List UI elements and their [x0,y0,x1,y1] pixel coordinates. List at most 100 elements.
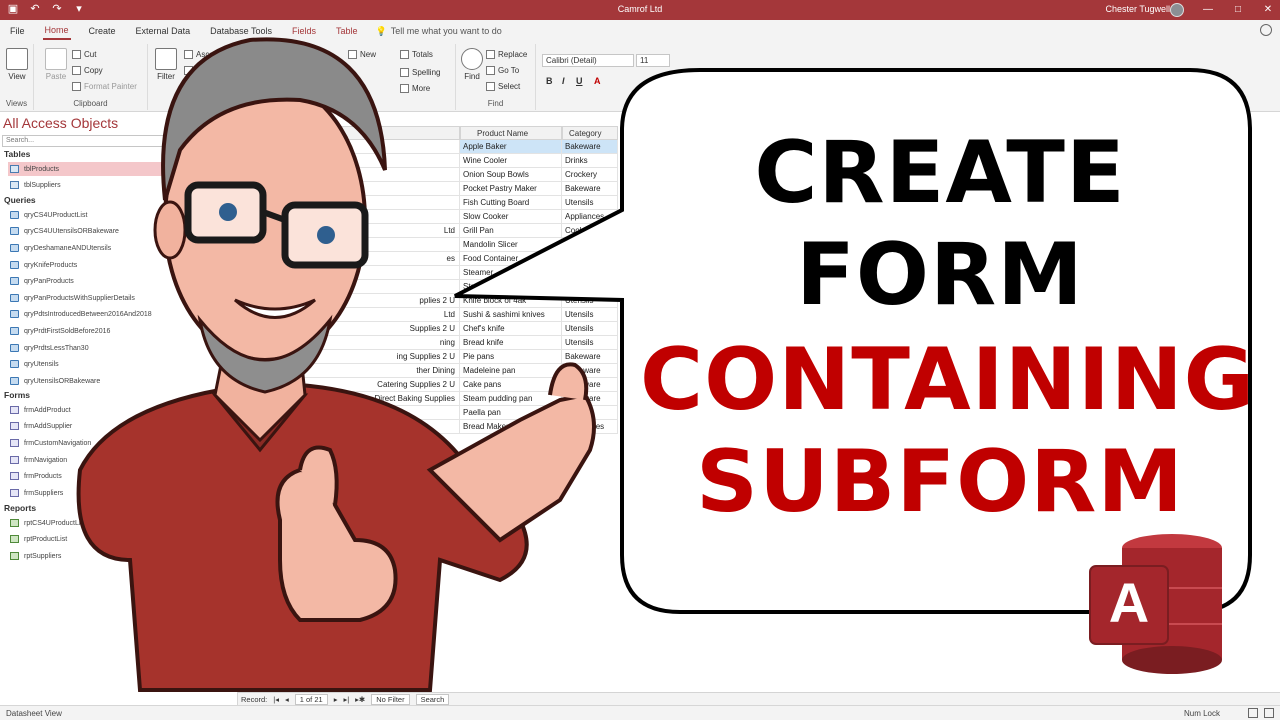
cell-category[interactable]: Utensils [562,196,618,210]
cell-supplier[interactable] [238,168,460,182]
nav-item-table[interactable]: tblProducts [8,162,234,176]
nav-item-query[interactable]: qryUtensilsORBakeware [8,374,234,388]
more-button[interactable]: More [400,84,430,93]
font-select[interactable]: Calibri (Detail) [542,54,634,67]
new-record-nav-button[interactable]: ▸✱ [355,695,365,704]
table-row[interactable]: Catering Supplies 2 U Cake pans Bakeware [238,378,618,392]
nav-item-form[interactable]: frmProducts [8,469,234,483]
format-painter-button[interactable]: Format Painter [72,82,137,91]
nav-item-query[interactable]: qryDeshamaneANDUtensils [8,241,234,255]
nav-item-query[interactable]: qryPanProductsWithSupplierDetails [8,291,234,305]
cell-supplier[interactable] [238,210,460,224]
cell-category[interactable]: Utensils [562,406,618,420]
nav-item-report[interactable]: rptCS4UProductList [8,516,234,530]
find-button[interactable]: Find [458,48,486,81]
minimize-button[interactable]: — [1200,2,1216,18]
cell-supplier[interactable] [238,238,460,252]
cell-category[interactable]: Storage [562,252,618,266]
cell-product-name[interactable]: Apple Baker [460,140,562,154]
record-position-input[interactable]: 1 of 21 [294,693,328,705]
cell-product-name[interactable]: Paella pan [460,406,562,420]
nav-item-query[interactable]: qryUtensils [8,357,234,371]
table-row[interactable]: Direct Baking Supplies Steam pudding pan B… [238,392,618,406]
tab-table[interactable]: Table [334,23,360,39]
cell-category[interactable]: Bakeware [562,364,618,378]
cell-supplier[interactable]: Direct Baking Supplies [238,392,460,406]
cell-product-name[interactable]: Steamer [460,266,562,280]
nav-item-query[interactable]: qryKnifeProducts [8,258,234,272]
maximize-button[interactable]: □ [1230,2,1246,18]
cell-product-name[interactable]: Bread knife [460,336,562,350]
select-button[interactable]: Select [486,82,520,91]
table-row[interactable]: es Food Container Storage [238,252,618,266]
cell-product-name[interactable]: Onion Soup Bowls [460,168,562,182]
table-row[interactable]: Bread Maker Appliances [238,420,618,434]
cell-supplier[interactable] [238,182,460,196]
tab-database-tools[interactable]: Database Tools [208,23,274,39]
cell-product-name[interactable]: Wine Cooler [460,154,562,168]
record-search-input[interactable]: Search [415,693,450,705]
totals-button[interactable]: Totals [400,50,433,59]
datasheet-view-icon[interactable] [1248,708,1258,718]
cell-product-name[interactable]: Mandolin Slicer [460,238,562,252]
table-row[interactable]: Slow Cooker Appliances [238,210,618,224]
cell-supplier[interactable]: ning [238,336,460,350]
tab-external-data[interactable]: External Data [134,23,193,39]
cell-supplier[interactable]: ther Dining [238,364,460,378]
cell-supplier[interactable]: Ltd [238,224,460,238]
table-row[interactable]: Pocket Pastry Maker Bakeware [238,182,618,196]
cell-category[interactable]: Appliances [562,280,618,294]
tab-file[interactable]: File [8,23,27,39]
cell-supplier[interactable] [238,420,460,434]
cell-product-name[interactable]: Bread Maker [460,420,562,434]
cell-category[interactable]: Cookware [562,224,618,238]
cell-product-name[interactable]: Grill Pan [460,224,562,238]
cell-product-name[interactable]: Stand Mixer [460,280,562,294]
view-button[interactable]: View [3,48,31,81]
replace-button[interactable]: Replace [486,50,527,59]
table-row[interactable]: ning Bread knife Utensils [238,336,618,350]
table-row[interactable]: ing Supplies 2 U Pie pans Bakeware [238,350,618,364]
cell-category[interactable]: Utensils [562,308,618,322]
cell-supplier[interactable] [238,266,460,280]
filter-button[interactable]: Filter [152,48,180,81]
cell-product-name[interactable]: Chef's knife [460,322,562,336]
column-header-product-name[interactable]: Product Name [460,126,562,140]
cell-product-name[interactable]: Pie pans [460,350,562,364]
descending-button[interactable]: Descending [184,66,238,75]
table-row[interactable]: Fish Cutting Board Utensils [238,196,618,210]
cell-category[interactable]: Utensils [562,322,618,336]
nav-item-query[interactable]: qryPdtsIntroducedBetween2016And2018 [8,307,234,321]
nav-item-query[interactable]: qryPanProducts [8,274,234,288]
copy-button[interactable]: Copy [72,66,103,75]
cell-supplier[interactable]: Catering Supplies 2 U [238,378,460,392]
filter-indicator[interactable]: No Filter [371,693,410,705]
go-to-button[interactable]: Go To [486,66,519,75]
cell-product-name[interactable]: Steam pudding pan [460,392,562,406]
next-record-button[interactable]: ▸ [334,695,338,704]
cell-category[interactable]: Appliances [562,420,618,434]
nav-item-query[interactable]: qryPrdtFirstSoldBefore2016 [8,324,234,338]
nav-item-query[interactable]: qryCS4UProductList [8,208,234,222]
bold-button[interactable]: B [546,76,553,86]
table-row[interactable]: ther Dining Madeleine pan Bakeware [238,364,618,378]
table-row[interactable]: Ltd Sushi & sashimi knives Utensils [238,308,618,322]
cell-supplier[interactable]: Ltd [238,308,460,322]
cut-button[interactable]: Cut [72,50,96,59]
nav-item-query[interactable]: qryCS4UUtensilsORBakeware [8,224,234,238]
user-name[interactable]: Chester Tugwell [1105,4,1170,14]
table-row[interactable]: Steamer Cookware [238,266,618,280]
cell-product-name[interactable]: Food Container [460,252,562,266]
cell-product-name[interactable]: Sushi & sashimi knives [460,308,562,322]
table-row[interactable]: Wine Cooler Drinks [238,154,618,168]
nav-item-form[interactable]: frmAddSupplier [8,419,234,433]
font-size-select[interactable]: 11 [636,54,670,67]
tab-fields[interactable]: Fields [290,23,318,39]
table-row[interactable]: pplies 2 U Knife block of 4ak Utensils [238,294,618,308]
table-row[interactable]: Stand Mixer Appliances [238,280,618,294]
first-record-button[interactable]: |◂ [273,695,279,704]
tab-create[interactable]: Create [87,23,118,39]
cell-supplier[interactable] [238,406,460,420]
cell-category[interactable]: Utensils [562,294,618,308]
table-row[interactable]: Ltd Grill Pan Cookware [238,224,618,238]
